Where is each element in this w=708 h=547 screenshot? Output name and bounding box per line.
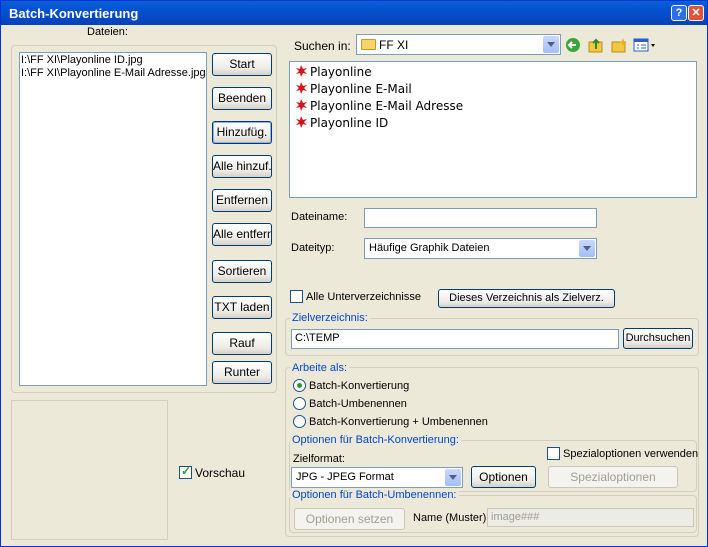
subdirs-label: Alle Unterverzeichnisse — [306, 291, 421, 303]
title-bar[interactable]: Batch-Konvertierung ? ✕ — [1, 1, 707, 25]
radio-batch-convert[interactable] — [293, 379, 306, 392]
quit-button[interactable]: Beenden — [212, 87, 272, 110]
list-item[interactable]: I:\FF XI\Playonline ID.jpg — [21, 54, 143, 66]
start-button[interactable]: Start — [212, 53, 272, 76]
convert-options-legend: Optionen für Batch-Konvertierung: — [290, 434, 461, 446]
list-item[interactable]: Playonline E-Mail Adresse — [294, 98, 463, 114]
format-select[interactable]: JPG - JPEG Format — [291, 467, 463, 488]
subdirs-checkbox[interactable] — [290, 290, 303, 303]
look-in-value: FF XI — [379, 38, 409, 52]
window-title: Batch-Konvertierung — [9, 6, 139, 21]
help-button[interactable]: ? — [671, 5, 687, 21]
remove-button[interactable]: Entfernen — [212, 189, 272, 212]
format-label: Zielformat: — [293, 453, 345, 465]
preview-pane — [11, 400, 168, 540]
special-options-checkbox[interactable] — [547, 447, 560, 460]
pattern-label: Name (Muster): — [413, 512, 490, 524]
remove-all-button[interactable]: Alle entfern. — [212, 223, 272, 246]
radio-batch-rename[interactable] — [293, 397, 306, 410]
set-options-button[interactable]: Optionen setzen — [294, 508, 405, 530]
look-in-combo[interactable]: FF XI — [356, 34, 561, 55]
add-button[interactable]: Hinzufüg. — [212, 121, 272, 144]
radio-convert-and-rename[interactable] — [293, 415, 306, 428]
up-folder-icon[interactable] — [587, 37, 605, 53]
browse-button[interactable]: Durchsuchen — [623, 328, 693, 349]
add-all-button[interactable]: Alle hinzuf. — [212, 155, 272, 178]
special-options-label: Spezialoptionen verwenden — [563, 448, 699, 460]
radio-batch-convert-label: Batch-Konvertierung — [309, 380, 410, 392]
list-item[interactable]: Playonline ID — [294, 115, 388, 131]
filetype-select[interactable]: Häufige Graphik Dateien — [364, 238, 597, 259]
folder-icon — [361, 39, 376, 50]
files-listbox[interactable] — [19, 52, 207, 386]
image-file-icon — [296, 99, 307, 111]
load-txt-button[interactable]: TXT laden — [212, 296, 272, 319]
work-as-legend: Arbeite als: — [290, 362, 350, 374]
new-folder-icon[interactable] — [610, 37, 628, 53]
close-button[interactable]: ✕ — [688, 5, 704, 21]
chevron-down-icon[interactable] — [543, 36, 559, 53]
image-file-icon — [296, 116, 307, 128]
pattern-input[interactable]: image### — [487, 508, 694, 527]
preview-checkbox[interactable] — [179, 464, 192, 479]
filename-label: Dateiname: — [291, 211, 348, 223]
sort-button[interactable]: Sortieren — [212, 260, 272, 283]
image-file-icon — [296, 82, 307, 94]
radio-convert-and-rename-label: Batch-Konvertierung + Umbenennen — [309, 416, 488, 428]
back-icon[interactable] — [564, 37, 582, 53]
preview-label: Vorschau — [195, 466, 246, 480]
filename-input[interactable] — [364, 208, 597, 228]
look-in-label: Suchen in: — [294, 39, 351, 53]
files-label: Dateien: — [85, 26, 130, 38]
target-dir-legend: Zielverzeichnis: — [290, 312, 370, 324]
set-target-dir-button[interactable]: Dieses Verzeichnis als Zielverz. — [438, 289, 615, 308]
list-item[interactable]: Playonline — [294, 64, 372, 80]
options-button[interactable]: Optionen — [471, 466, 536, 488]
rename-options-legend: Optionen für Batch-Umbenennen: — [290, 489, 459, 501]
radio-batch-rename-label: Batch-Umbenennen — [309, 398, 407, 410]
target-dir-input[interactable]: C:\TEMP — [291, 329, 619, 349]
image-file-icon — [296, 65, 307, 77]
up-button[interactable]: Rauf — [212, 332, 272, 355]
special-options-button[interactable]: Spezialoptionen — [548, 466, 678, 488]
chevron-down-icon[interactable] — [579, 240, 595, 257]
chevron-down-icon[interactable] — [445, 469, 461, 486]
list-item[interactable]: Playonline E-Mail — [294, 81, 412, 97]
list-item[interactable]: I:\FF XI\Playonline E-Mail Adresse.jpg — [21, 67, 206, 79]
batch-conversion-dialog: Batch-Konvertierung ? ✕ Dateien: I:\FF X… — [0, 0, 708, 547]
view-menu-icon[interactable] — [633, 37, 657, 53]
down-button[interactable]: Runter — [212, 361, 272, 384]
filetype-label: Dateityp: — [291, 242, 335, 254]
